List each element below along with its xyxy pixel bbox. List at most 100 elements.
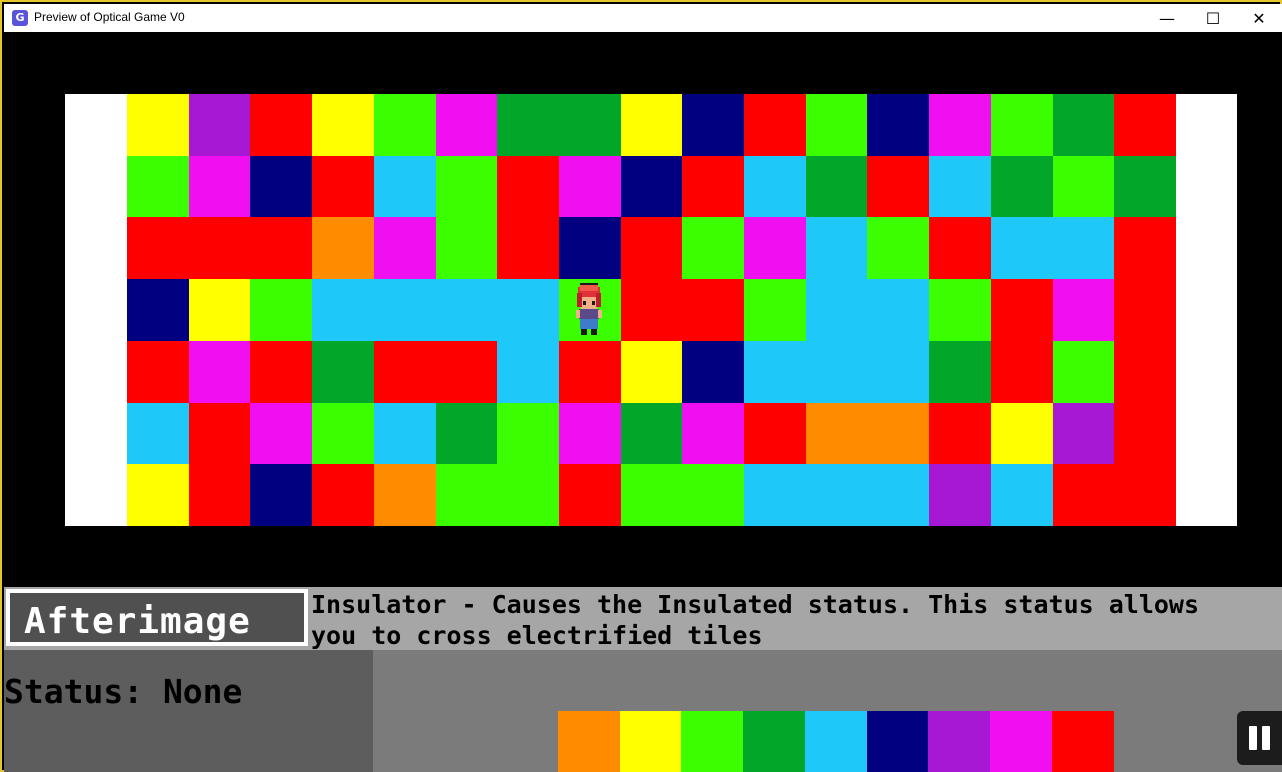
board-tile[interactable] — [435, 402, 498, 465]
minimize-button[interactable]: — — [1144, 4, 1190, 32]
board-tile[interactable] — [127, 464, 189, 527]
board-tile[interactable] — [682, 217, 745, 280]
board-tile[interactable] — [373, 464, 436, 527]
tile-board[interactable] — [65, 94, 1237, 527]
board-tile[interactable] — [1052, 217, 1115, 280]
board-tile[interactable] — [929, 217, 992, 280]
board-tile[interactable] — [929, 340, 992, 403]
board-tile[interactable] — [990, 217, 1053, 280]
board-tile[interactable] — [558, 340, 621, 403]
board-tile[interactable] — [435, 279, 498, 342]
board-tile[interactable] — [929, 464, 992, 527]
board-tile[interactable] — [929, 402, 992, 465]
board-tile[interactable] — [312, 340, 375, 403]
board-tile[interactable] — [1052, 94, 1115, 156]
board-tile[interactable] — [250, 279, 313, 342]
board-tile[interactable] — [867, 155, 930, 218]
board-tile[interactable] — [1114, 279, 1177, 342]
board-tile[interactable] — [312, 279, 375, 342]
board-tile[interactable] — [250, 217, 313, 280]
pause-button[interactable] — [1237, 711, 1282, 765]
board-tile[interactable] — [990, 402, 1053, 465]
board-tile[interactable] — [250, 464, 313, 527]
board-tile[interactable] — [867, 217, 930, 280]
board-tile[interactable] — [127, 340, 189, 403]
board-tile[interactable] — [1052, 340, 1115, 403]
board-tile[interactable] — [1052, 464, 1115, 527]
board-tile[interactable] — [867, 464, 930, 527]
palette-swatch[interactable] — [1051, 711, 1114, 772]
board-tile[interactable] — [188, 155, 251, 218]
board-tile[interactable] — [929, 279, 992, 342]
board-tile[interactable] — [620, 464, 683, 527]
board-tile[interactable] — [805, 340, 868, 403]
board-tile[interactable] — [497, 279, 560, 342]
board-tile[interactable] — [620, 340, 683, 403]
board-tile[interactable] — [744, 279, 806, 342]
board-tile[interactable] — [312, 217, 375, 280]
board-tile[interactable] — [744, 402, 806, 465]
board-tile[interactable] — [250, 155, 313, 218]
board-tile[interactable] — [682, 402, 745, 465]
board-tile[interactable] — [497, 217, 560, 280]
board-tile[interactable] — [373, 279, 436, 342]
board-tile[interactable] — [250, 402, 313, 465]
board-tile[interactable] — [1114, 217, 1177, 280]
board-tile[interactable] — [1114, 340, 1177, 403]
board-tile[interactable] — [435, 155, 498, 218]
board-tile[interactable] — [805, 217, 868, 280]
board-tile[interactable] — [867, 402, 930, 465]
board-tile[interactable] — [805, 94, 868, 156]
board-tile[interactable] — [990, 279, 1053, 342]
board-tile[interactable] — [497, 155, 560, 218]
palette-swatch[interactable] — [619, 711, 682, 772]
board-tile[interactable] — [312, 402, 375, 465]
board-tile[interactable] — [805, 279, 868, 342]
board-tile[interactable] — [188, 464, 251, 527]
palette-swatch[interactable] — [928, 711, 991, 772]
board-tile[interactable] — [929, 155, 992, 218]
board-tile[interactable] — [435, 464, 498, 527]
board-tile[interactable] — [620, 402, 683, 465]
board-tile[interactable] — [682, 279, 745, 342]
board-tile[interactable] — [188, 279, 251, 342]
board-tile[interactable] — [867, 279, 930, 342]
board-tile[interactable] — [620, 94, 683, 156]
board-tile[interactable] — [435, 217, 498, 280]
board-tile[interactable] — [188, 340, 251, 403]
palette-swatch[interactable] — [989, 711, 1052, 772]
board-tile[interactable] — [188, 94, 251, 156]
board-tile[interactable] — [1114, 155, 1177, 218]
close-button[interactable]: ✕ — [1236, 4, 1282, 32]
board-tile[interactable] — [497, 464, 560, 527]
palette-swatch[interactable] — [866, 711, 929, 772]
board-tile[interactable] — [1114, 464, 1177, 527]
board-tile[interactable] — [867, 94, 930, 156]
board-tile[interactable] — [682, 155, 745, 218]
board-tile[interactable] — [805, 402, 868, 465]
board-tile[interactable] — [312, 94, 375, 156]
board-tile[interactable] — [990, 94, 1053, 156]
board-tile[interactable] — [1114, 94, 1177, 156]
board-tile[interactable] — [682, 340, 745, 403]
board-tile[interactable] — [497, 340, 560, 403]
board-tile[interactable] — [620, 217, 683, 280]
board-tile[interactable] — [805, 464, 868, 527]
board-tile[interactable] — [620, 155, 683, 218]
board-tile[interactable] — [497, 94, 560, 156]
board-tile[interactable] — [1052, 155, 1115, 218]
board-tile[interactable] — [682, 464, 745, 527]
board-tile[interactable] — [127, 155, 189, 218]
board-tile[interactable] — [188, 402, 251, 465]
board-tile[interactable] — [620, 279, 683, 342]
board-tile[interactable] — [990, 155, 1053, 218]
board-tile[interactable] — [929, 94, 992, 156]
board-tile[interactable] — [1052, 279, 1115, 342]
board-tile[interactable] — [558, 464, 621, 527]
board-tile[interactable] — [127, 94, 189, 156]
board-tile[interactable] — [744, 155, 806, 218]
board-tile[interactable] — [990, 340, 1053, 403]
palette-swatch[interactable] — [743, 711, 806, 772]
maximize-button[interactable]: ☐ — [1190, 4, 1236, 32]
board-tile[interactable] — [744, 340, 806, 403]
